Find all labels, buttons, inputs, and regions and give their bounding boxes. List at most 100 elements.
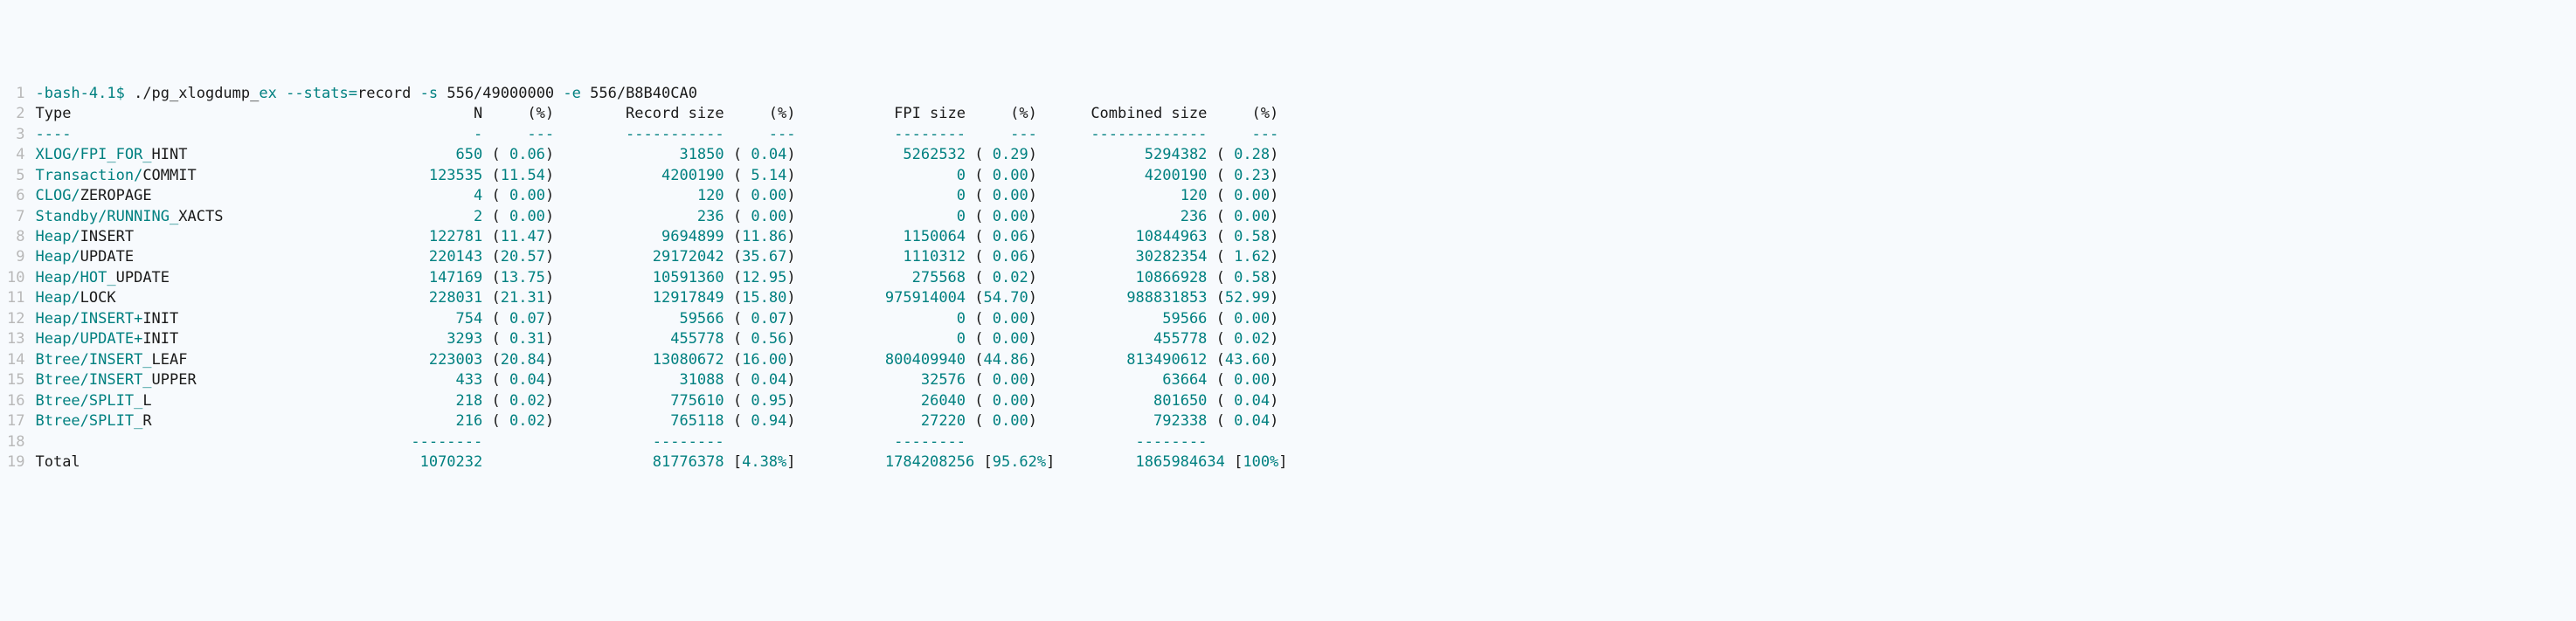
paren: ): [545, 228, 563, 245]
paren: (: [482, 228, 500, 245]
row-csp: 0.00: [1225, 187, 1270, 204]
row-fsp: 0.29: [984, 146, 1028, 163]
row-cs: 813490612: [1046, 351, 1207, 369]
paren: ): [1270, 392, 1278, 410]
row-n: 650: [393, 146, 482, 163]
row-np: 0.31: [501, 330, 545, 348]
total-n: 1070232: [393, 453, 482, 471]
paren: (: [482, 208, 500, 225]
row-n: 147169: [393, 269, 482, 286]
paren: ): [1028, 187, 1046, 204]
header-type: Type: [35, 105, 392, 122]
row-rs: 29172042: [563, 248, 724, 266]
line-number: 9: [7, 247, 24, 267]
paren: (: [1207, 310, 1224, 328]
paren: (: [724, 187, 742, 204]
row-fs: 1110312: [805, 248, 966, 266]
dash: -----------: [563, 126, 724, 143]
paren: (: [1207, 289, 1224, 307]
paren: (: [966, 248, 983, 266]
paren: (: [1207, 351, 1224, 369]
paren: ): [786, 392, 804, 410]
row-np: 20.57: [501, 248, 545, 266]
row-rsp: 0.94: [742, 412, 786, 430]
line-number: 2: [7, 104, 24, 124]
command-text: 556/49000000: [447, 85, 554, 102]
total-cs: 1865984634: [1064, 453, 1225, 471]
row-rs: 4200190: [563, 167, 724, 184]
row-type: Btree/INSERT_: [35, 351, 151, 369]
row-rs: 775610: [563, 392, 724, 410]
row-type-tail: ZEROPAGE: [80, 187, 393, 204]
header-pct: (%): [966, 105, 1037, 122]
paren: ): [1270, 412, 1278, 430]
row-rs: 31850: [563, 146, 724, 163]
row-fsp: 0.00: [984, 310, 1028, 328]
row-type-tail: UPPER: [152, 371, 393, 389]
code-line: Heap/UPDATE 220143 (20.57) 29172042 (35.…: [35, 247, 2576, 267]
line-number: 8: [7, 227, 24, 247]
paren: ): [786, 412, 804, 430]
row-type: Standby/RUNNING_: [35, 208, 178, 225]
dash: --------: [563, 433, 724, 451]
row-n: 228031: [393, 289, 482, 307]
row-cs: 5294382: [1046, 146, 1207, 163]
paren: ): [786, 146, 804, 163]
paren: ): [1028, 371, 1046, 389]
line-number: 4: [7, 145, 24, 165]
row-csp: 52.99: [1225, 289, 1270, 307]
row-type-tail: LOCK: [80, 289, 393, 307]
row-np: 0.04: [501, 371, 545, 389]
paren: ): [545, 330, 563, 348]
paren: (: [1207, 269, 1224, 286]
paren: (: [1207, 228, 1224, 245]
paren: ): [1270, 371, 1278, 389]
paren: (: [482, 146, 500, 163]
paren: ): [1028, 208, 1046, 225]
paren: ): [1028, 248, 1046, 266]
row-n: 122781: [393, 228, 482, 245]
line-number: 14: [7, 350, 24, 370]
code-line: Btree/SPLIT_L 218 ( 0.02) 775610 ( 0.95)…: [35, 391, 2576, 411]
row-rsp: 11.86: [742, 228, 786, 245]
line-number: 17: [7, 411, 24, 431]
line-number: 18: [7, 432, 24, 452]
line-number: 16: [7, 391, 24, 411]
paren: (: [724, 228, 742, 245]
paren: ): [545, 351, 563, 369]
paren: ): [786, 269, 804, 286]
paren: (: [966, 146, 983, 163]
row-type-tail: INIT: [142, 310, 393, 328]
row-np: 11.54: [501, 167, 545, 184]
row-type: Heap/UPDATE+: [35, 330, 142, 348]
row-fs: 0: [805, 187, 966, 204]
total-csp: 100%: [1243, 453, 1278, 471]
row-type-tail: UPDATE: [80, 248, 393, 266]
code-line: XLOG/FPI_FOR_HINT 650 ( 0.06) 31850 ( 0.…: [35, 145, 2576, 165]
row-csp: 0.58: [1225, 228, 1270, 245]
paren: (: [482, 248, 500, 266]
paren: ): [786, 289, 804, 307]
row-n: 123535: [393, 167, 482, 184]
row-csp: 0.04: [1225, 412, 1270, 430]
row-rs: 10591360: [563, 269, 724, 286]
row-fs: 0: [805, 167, 966, 184]
paren: ): [1028, 228, 1046, 245]
code-line: Type N (%) Record size (%) FPI size (%) …: [35, 104, 2576, 124]
row-rsp: 35.67: [742, 248, 786, 266]
row-rsp: 12.95: [742, 269, 786, 286]
row-cs: 801650: [1046, 392, 1207, 410]
header-combsize: Combined size: [1046, 105, 1207, 122]
line-number: 1: [7, 84, 24, 104]
row-fsp: 0.00: [984, 167, 1028, 184]
paren: ): [1270, 146, 1278, 163]
paren: (: [482, 392, 500, 410]
bracket: ]: [786, 453, 814, 471]
paren: (: [724, 269, 742, 286]
line-number: 5: [7, 166, 24, 186]
line-number: 11: [7, 288, 24, 308]
dash: --------: [1046, 433, 1207, 451]
row-n: 4: [393, 187, 482, 204]
code-line: Transaction/COMMIT 123535 (11.54) 420019…: [35, 166, 2576, 186]
dash: --------: [805, 126, 966, 143]
